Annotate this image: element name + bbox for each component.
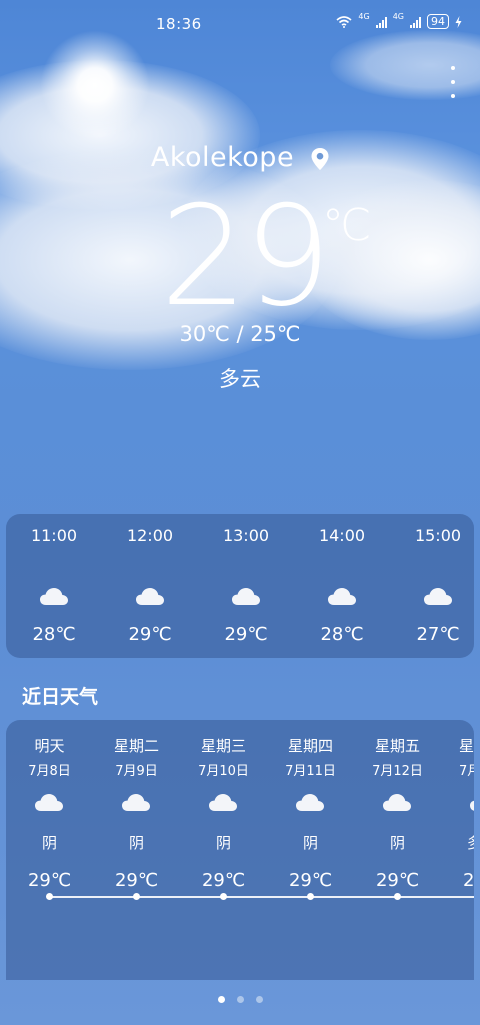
day-date: 7月12日	[372, 764, 423, 779]
status-icons: 4G 4G 94	[336, 12, 462, 29]
trend-dot	[45, 893, 53, 900]
day-label: 明天	[34, 737, 65, 755]
cloud-icon	[328, 588, 356, 605]
day-weather: 阴	[128, 834, 144, 852]
signal-icon	[410, 16, 421, 28]
hour-temp: 28℃	[32, 624, 76, 645]
hour-temp: 28℃	[320, 624, 364, 645]
cloud-icon	[470, 800, 474, 811]
dot-icon	[451, 80, 455, 84]
signal-icon	[375, 16, 387, 28]
temperature-range: 30℃ / 25℃	[179, 322, 301, 346]
hour-temp: 29℃	[224, 624, 268, 645]
day-label: 星	[459, 737, 474, 755]
trend-dot	[306, 893, 314, 900]
day-date: 7月10日	[198, 764, 249, 779]
dot-icon	[451, 66, 455, 70]
hour-time: 12:00	[126, 526, 174, 545]
charging-icon	[455, 15, 462, 28]
cloud-icon	[209, 794, 237, 811]
cloud-icon	[424, 588, 452, 605]
day-weather: 阴	[302, 834, 318, 852]
weather-condition: 多云	[219, 367, 261, 391]
cloud-icon	[232, 588, 260, 605]
page-indicator	[0, 996, 480, 1003]
cloud-icon	[383, 794, 411, 811]
day-label: 星期四	[287, 737, 333, 755]
hour-time: 15:00	[414, 526, 462, 545]
day-temp: 29℃	[201, 870, 246, 891]
day-temp: 29℃	[375, 870, 420, 891]
day-label: 星期三	[200, 737, 246, 755]
daily-section-title: 近日天气	[22, 686, 99, 708]
day-date: 7月9日	[115, 764, 158, 779]
battery-icon: 94	[427, 14, 449, 29]
current-temperature: 29 ℃	[160, 176, 371, 337]
day-weather: 阴	[215, 834, 231, 852]
cloud-icon	[296, 794, 324, 811]
hourly-forecast[interactable]: 11:00 28℃ 12:00 29℃ 13:00 29℃ 14:00 28℃ …	[6, 514, 474, 658]
day-date: 7月	[459, 764, 474, 779]
hour-time: 11:00	[30, 526, 78, 545]
page-dot[interactable]	[255, 996, 263, 1003]
cloud-icon	[122, 794, 150, 811]
day-label: 星期二	[113, 737, 159, 755]
dot-icon	[451, 94, 455, 98]
trend-dot	[219, 893, 227, 900]
day-temp: 29℃	[27, 870, 72, 891]
temperature-trend-line	[48, 896, 474, 898]
cloud-icon	[40, 588, 68, 605]
more-menu-button[interactable]	[448, 66, 458, 98]
cloud-icon	[35, 794, 63, 811]
trend-dot	[393, 893, 401, 900]
day-label: 星期五	[374, 737, 420, 755]
cloud-icon	[136, 588, 164, 605]
day-weather: 多	[467, 832, 474, 853]
page-dot[interactable]	[236, 996, 244, 1003]
network-label-1: 4G	[358, 12, 370, 21]
day-temp: 2	[463, 870, 474, 891]
page-dot-active[interactable]	[217, 996, 225, 1003]
daily-forecast[interactable]: 明天 7月8日 阴 29℃ 星期二 7月9日 阴 29℃ 星期三 7月10日 阴…	[6, 720, 474, 980]
temperature-unit: ℃	[322, 200, 372, 251]
hour-temp: 29℃	[128, 624, 172, 645]
network-label-2: 4G	[392, 12, 404, 21]
hour-time: 14:00	[318, 526, 366, 545]
city-name: Akolekope	[150, 142, 295, 173]
day-temp: 29℃	[288, 870, 333, 891]
hour-temp: 27℃	[416, 624, 460, 645]
day-date: 7月8日	[28, 764, 71, 779]
status-bar: 18:36 4G 4G 94	[0, 0, 480, 46]
day-date: 7月11日	[285, 764, 336, 779]
wifi-icon	[336, 15, 352, 28]
temperature-value: 29	[160, 176, 332, 337]
status-time: 18:36	[156, 15, 202, 33]
hour-time: 13:00	[222, 526, 270, 545]
day-weather: 阴	[41, 834, 57, 852]
trend-dot	[132, 893, 140, 900]
day-weather: 阴	[389, 834, 405, 852]
city-heading[interactable]: Akolekope	[0, 142, 480, 173]
day-temp: 29℃	[114, 870, 159, 891]
sun-glow	[40, 30, 150, 140]
location-pin-icon	[311, 147, 329, 170]
